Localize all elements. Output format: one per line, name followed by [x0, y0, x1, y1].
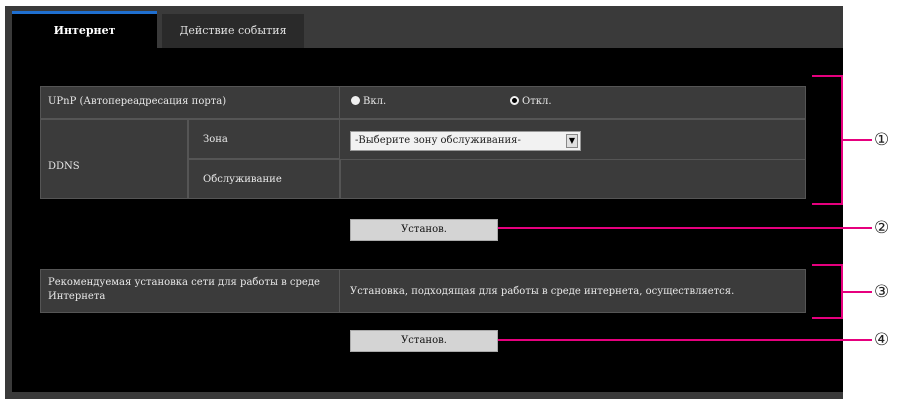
callout-3: ③: [874, 282, 890, 302]
callout-2: ②: [874, 218, 890, 238]
callout-lines: [498, 75, 872, 341]
callout-1: ①: [874, 130, 890, 150]
callout-4: ④: [874, 330, 890, 350]
